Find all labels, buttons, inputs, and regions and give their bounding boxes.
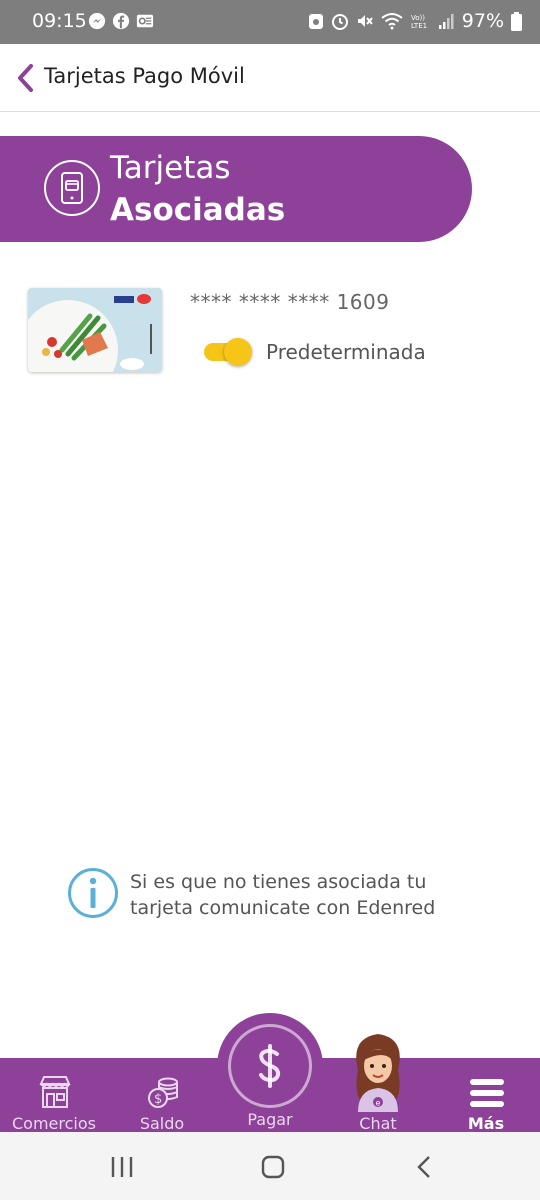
page-title: Tarjetas Pago Móvil (44, 64, 245, 88)
avatar-icon: e (356, 1034, 400, 1112)
pay-button[interactable] (228, 1024, 312, 1108)
back-arrow-icon (417, 1156, 430, 1178)
nav-label-chat: Chat (359, 1114, 397, 1133)
outlook-icon (136, 14, 154, 28)
mute-icon (357, 15, 373, 27)
alarm-icon (331, 14, 348, 30)
recorder-icon (308, 14, 323, 29)
nav-label-saldo: Saldo (139, 1114, 185, 1133)
home-icon (261, 1155, 285, 1179)
messenger-icon (88, 12, 106, 30)
coins-icon: $ (148, 1077, 178, 1108)
info-message: Si es que no tienes asociada tu tarjeta … (130, 871, 436, 919)
battery-icon (511, 11, 522, 31)
system-back-button[interactable] (404, 1154, 444, 1180)
store-icon (39, 1076, 71, 1108)
home-button[interactable] (253, 1154, 293, 1180)
card-thumbnail[interactable] (28, 288, 162, 372)
banner-subtitle: Asociadas (110, 192, 286, 228)
svg-text:$: $ (154, 1092, 162, 1107)
chevron-left-icon (18, 64, 33, 92)
card-masked-number: **** **** **** 1609 (190, 290, 390, 314)
app-bar: Tarjetas Pago Móvil (0, 44, 540, 112)
nav-label-pagar: Pagar (247, 1110, 293, 1129)
section-banner: Tarjetas Asociadas (0, 136, 472, 242)
ticket-restaurant-card-image (28, 288, 162, 372)
signal-icon (438, 14, 454, 29)
back-button[interactable] (8, 58, 42, 98)
facebook-icon (112, 12, 130, 30)
svg-text:Vo)): Vo)) (411, 14, 425, 22)
dollar-icon (259, 1044, 281, 1088)
system-nav-bar (0, 1132, 540, 1200)
phone-card-icon (44, 160, 100, 216)
recent-apps-button[interactable] (102, 1154, 142, 1180)
svg-text:e: e (376, 1099, 381, 1108)
status-bar: 09:15 Vo)) LTE1 97% (0, 0, 540, 44)
nav-label-comercios: Comercios (12, 1114, 96, 1133)
info-icon (68, 868, 118, 918)
volte-icon: Vo))LTE1 (411, 14, 427, 30)
wifi-icon (381, 13, 403, 30)
menu-icon (470, 1079, 504, 1107)
banner-title: Tarjetas (110, 150, 231, 186)
status-time: 09:15 (32, 10, 87, 32)
default-card-label: Predeterminada (266, 340, 426, 364)
default-card-toggle[interactable] (204, 338, 252, 366)
recent-apps-icon (111, 1157, 133, 1177)
svg-text:LTE1: LTE1 (411, 22, 427, 30)
battery-percent: 97% (461, 10, 504, 32)
nav-label-mas: Más (467, 1114, 505, 1133)
toggle-knob (224, 338, 252, 366)
